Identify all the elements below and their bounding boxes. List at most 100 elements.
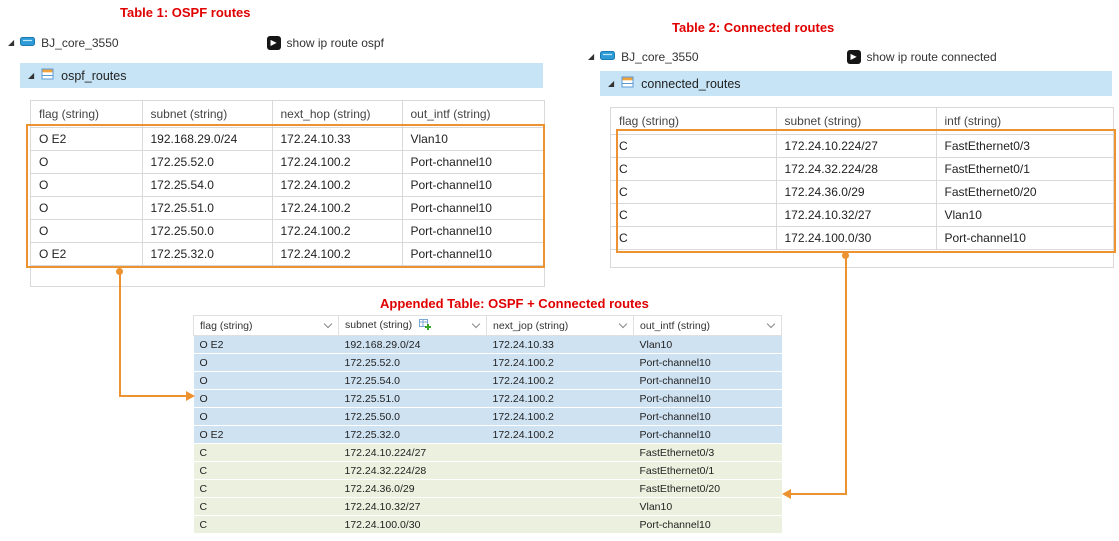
table-cell: 172.24.10.33	[487, 336, 634, 354]
appended-ospf-rows: O E2192.168.29.0/24172.24.10.33Vlan10O17…	[194, 336, 782, 444]
table-cell: 172.25.52.0	[339, 354, 487, 372]
column-header-out-intf[interactable]: out_intf (string)	[402, 101, 544, 127]
column-header-intf[interactable]: intf (string)	[936, 108, 1113, 134]
table-cell: FastEthernet0/3	[634, 444, 782, 462]
table-cell: Port-channel10	[634, 426, 782, 444]
device-name[interactable]: BJ_core_3550	[621, 50, 698, 64]
table-cell: 172.25.32.0	[339, 426, 487, 444]
column-header-subnet[interactable]: subnet (string)	[776, 108, 936, 134]
column-label: out_intf (string)	[640, 320, 710, 332]
table-row[interactable]: O172.25.51.0172.24.100.2Port-channel10	[194, 390, 782, 408]
chevron-down-icon[interactable]	[324, 320, 332, 328]
table-cell: C	[611, 180, 776, 203]
table-row[interactable]: O172.25.54.0172.24.100.2Port-channel10	[194, 372, 782, 390]
table-row[interactable]: O172.25.50.0172.24.100.2Port-channel10	[194, 408, 782, 426]
table-row[interactable]: C172.24.10.32/27Vlan10	[194, 498, 782, 516]
table-cell: 172.24.100.2	[487, 426, 634, 444]
table-cell: Port-channel10	[634, 372, 782, 390]
table-cell: O	[31, 196, 142, 219]
appended-table-title: Appended Table: OSPF + Connected routes	[380, 296, 649, 311]
table-row[interactable]: C172.24.10.224/27FastEthernet0/3	[194, 444, 782, 462]
table-cell: 172.24.32.224/28	[776, 157, 936, 180]
header-row: flag (string) subnet (string) next_hop (…	[31, 101, 544, 127]
table-row[interactable]: C172.24.10.32/27Vlan10	[611, 203, 1113, 226]
table-cell: O E2	[194, 336, 339, 354]
table-cell: FastEthernet0/20	[936, 180, 1113, 203]
table-cell: O E2	[31, 242, 142, 265]
table-cell: Port-channel10	[634, 390, 782, 408]
table-cell: FastEthernet0/1	[634, 462, 782, 480]
table-cell: FastEthernet0/1	[936, 157, 1113, 180]
table-cell: Port-channel10	[634, 354, 782, 372]
cli-command[interactable]: show ip route ospf	[287, 36, 384, 50]
expand-caret-icon[interactable]: ◢	[608, 80, 614, 88]
table-cell: O E2	[194, 426, 339, 444]
table-row[interactable]: C172.24.10.224/27FastEthernet0/3	[611, 134, 1113, 157]
table-row[interactable]: C172.24.36.0/29FastEthernet0/20	[611, 180, 1113, 203]
table-row[interactable]: O172.25.54.0172.24.100.2Port-channel10	[31, 173, 544, 196]
table-row[interactable]: O E2192.168.29.0/24172.24.10.33Vlan10	[31, 127, 544, 150]
chevron-down-icon[interactable]	[472, 320, 480, 328]
section-connected-routes[interactable]: ◢ connected_routes	[600, 71, 1112, 96]
expand-caret-icon[interactable]: ◢	[28, 72, 34, 80]
table-row[interactable]: O E2172.25.32.0172.24.100.2Port-channel1…	[31, 242, 544, 265]
table-row[interactable]: C172.24.32.224/28FastEthernet0/1	[611, 157, 1113, 180]
table-cell	[487, 498, 634, 516]
table-cell: Port-channel10	[402, 173, 544, 196]
table-cell: Port-channel10	[402, 219, 544, 242]
table-cell: 172.24.10.33	[272, 127, 402, 150]
table-cell: O	[31, 173, 142, 196]
table-cell: 172.24.36.0/29	[339, 480, 487, 498]
section-ospf-routes[interactable]: ◢ ospf_routes	[20, 63, 543, 88]
table-cell: 172.24.100.2	[272, 196, 402, 219]
table-plus-icon[interactable]	[419, 318, 431, 333]
table-cell: C	[611, 203, 776, 226]
table-cell: O	[31, 150, 142, 173]
table-row[interactable]: C172.24.100.0/30Port-channel10	[194, 516, 782, 534]
table-row[interactable]: O172.25.50.0172.24.100.2Port-channel10	[31, 219, 544, 242]
table-row[interactable]: O E2192.168.29.0/24172.24.10.33Vlan10	[194, 336, 782, 354]
column-header-flag[interactable]: flag (string)	[611, 108, 776, 134]
table-cell: C	[194, 516, 339, 534]
column-header-flag[interactable]: flag (string)	[194, 316, 339, 336]
chevron-down-icon[interactable]	[619, 320, 627, 328]
table-cell: Vlan10	[936, 203, 1113, 226]
expand-caret-icon[interactable]: ◢	[8, 39, 14, 47]
table-cell: 172.25.51.0	[339, 390, 487, 408]
table-row[interactable]: O172.25.51.0172.24.100.2Port-channel10	[31, 196, 544, 219]
table-cell: FastEthernet0/3	[936, 134, 1113, 157]
expand-caret-icon[interactable]: ◢	[588, 53, 594, 61]
column-header-next-hop[interactable]: next_hop (string)	[272, 101, 402, 127]
table-cell: O	[194, 408, 339, 426]
table-cell: 172.24.100.2	[487, 390, 634, 408]
device-name[interactable]: BJ_core_3550	[41, 36, 118, 50]
appended-table: flag (string) subnet (string) next_jop (…	[193, 315, 781, 534]
table-row[interactable]: C172.24.100.0/30Port-channel10	[611, 226, 1113, 249]
cli-command[interactable]: show ip route connected	[867, 50, 997, 64]
column-label: subnet (string)	[345, 319, 412, 331]
column-header-out-intf[interactable]: out_intf (string)	[634, 316, 782, 336]
table-row[interactable]: O172.25.52.0172.24.100.2Port-channel10	[194, 354, 782, 372]
column-header-subnet[interactable]: subnet (string)	[339, 316, 487, 336]
table-cell: 192.168.29.0/24	[142, 127, 272, 150]
table-cell: 172.24.100.2	[487, 372, 634, 390]
column-header-subnet[interactable]: subnet (string)	[142, 101, 272, 127]
table-cell: 172.24.100.2	[487, 354, 634, 372]
column-label: next_jop (string)	[493, 320, 568, 332]
table-cell: C	[611, 134, 776, 157]
table-row[interactable]: O E2172.25.32.0172.24.100.2Port-channel1…	[194, 426, 782, 444]
header-row: flag (string) subnet (string) intf (stri…	[611, 108, 1113, 134]
table-cell: 172.24.10.224/27	[776, 134, 936, 157]
device-row-ospf: ◢ BJ_core_3550 ▶ show ip route ospf	[8, 34, 384, 52]
table-cell: 172.24.100.2	[272, 150, 402, 173]
table-row[interactable]: O172.25.52.0172.24.100.2Port-channel10	[31, 150, 544, 173]
ospf-table: flag (string) subnet (string) next_hop (…	[30, 100, 545, 287]
table-row[interactable]: C172.24.32.224/28FastEthernet0/1	[194, 462, 782, 480]
table-cell: 172.24.32.224/28	[339, 462, 487, 480]
column-header-next-jop[interactable]: next_jop (string)	[487, 316, 634, 336]
table-row[interactable]: C172.24.36.0/29FastEthernet0/20	[194, 480, 782, 498]
chevron-down-icon[interactable]	[767, 320, 775, 328]
table-cell: 172.24.100.2	[487, 408, 634, 426]
table-cell: 172.25.51.0	[142, 196, 272, 219]
column-header-flag[interactable]: flag (string)	[31, 101, 142, 127]
